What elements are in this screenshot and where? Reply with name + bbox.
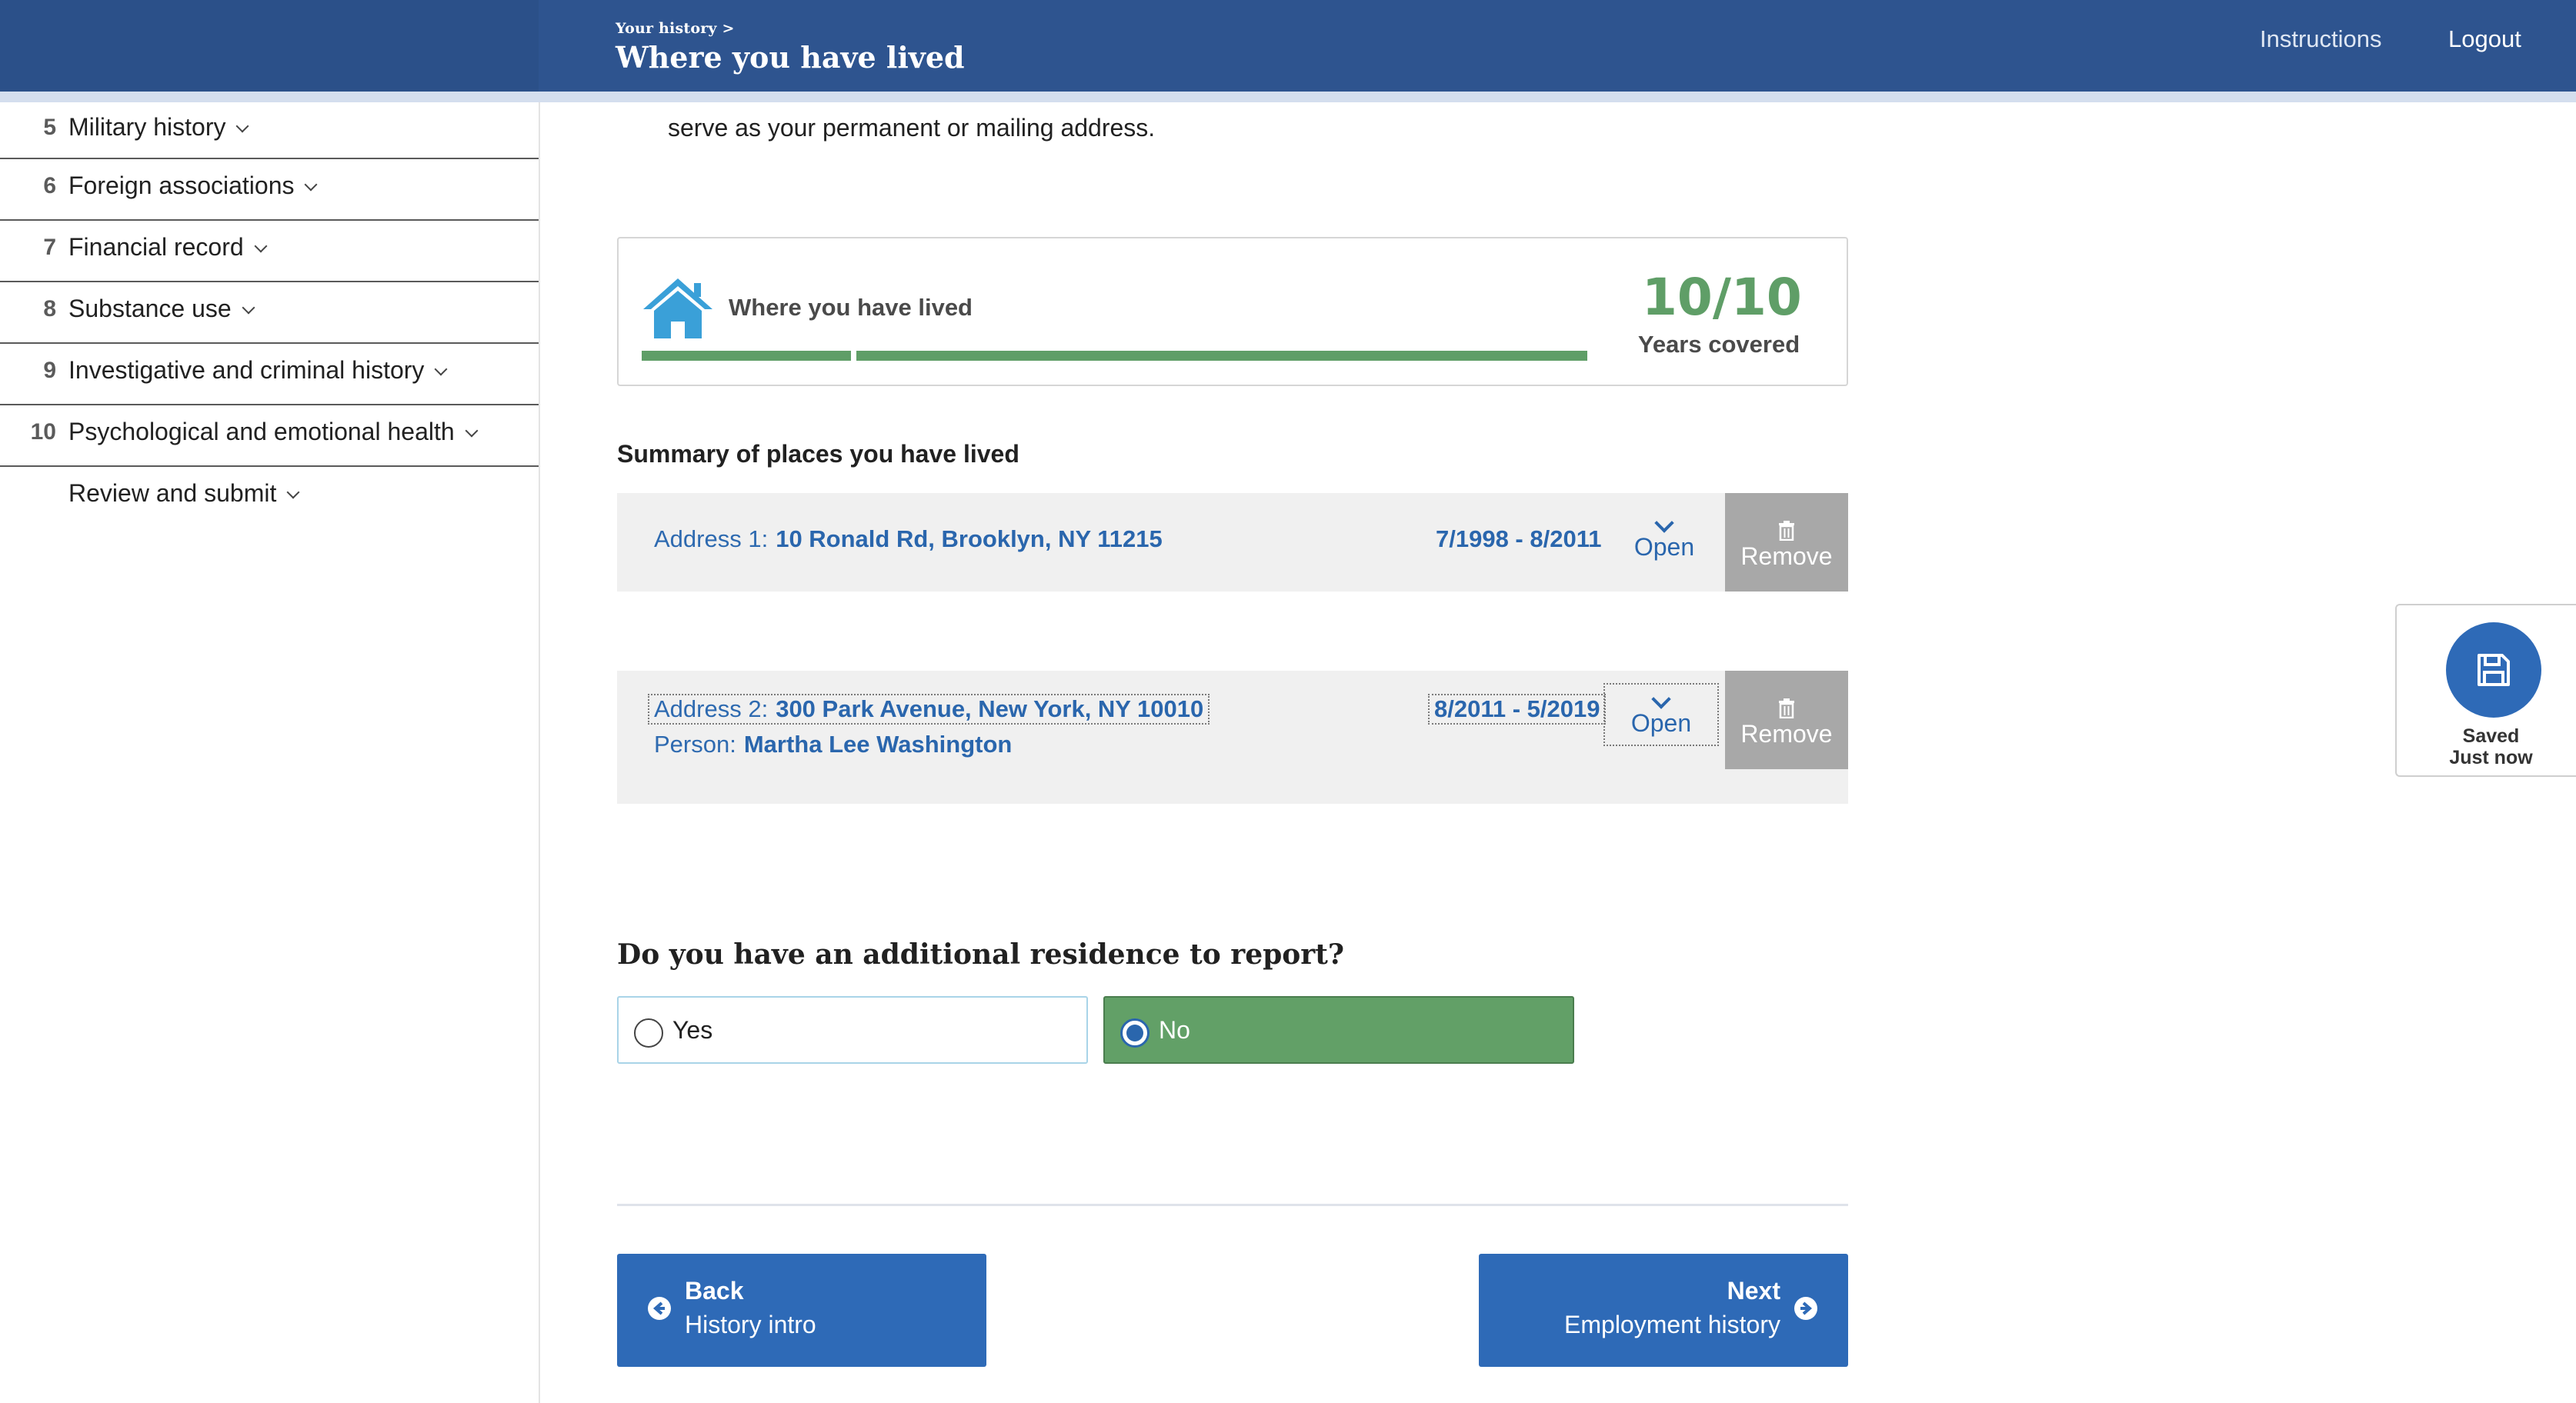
years-covered-label: Years covered — [1637, 331, 1800, 358]
address-prefix: Address 2: — [654, 695, 769, 722]
address-line[interactable]: Address 1: 10 Ronald Rd, Brooklyn, NY 112… — [654, 525, 1163, 553]
person-value: Martha Lee Washington — [743, 731, 1013, 758]
sidebar-item-label: Military history — [68, 113, 226, 141]
chevron-down-icon — [465, 424, 479, 438]
address-dates[interactable]: 8/2011 - 5/2019 — [1428, 694, 1607, 725]
sidebar-item-review-submit[interactable]: Review and submit — [0, 467, 539, 528]
remove-button[interactable]: Remove — [1725, 493, 1848, 592]
address-value: 10 Ronald Rd, Brooklyn, NY 11215 — [776, 525, 1163, 552]
address-dates[interactable]: 7/1998 - 8/2011 — [1436, 525, 1601, 553]
radio-button[interactable] — [634, 1018, 663, 1048]
trash-icon — [1779, 521, 1794, 541]
save-button[interactable] — [2446, 622, 2541, 718]
radio-label: No — [1159, 1016, 1190, 1044]
address-line[interactable]: Address 2: 300 Park Avenue, New York, NY … — [648, 694, 1210, 725]
sidebar-item-label: Financial record — [68, 233, 244, 261]
floppy-disk-icon — [2478, 654, 2510, 686]
section-divider — [617, 1204, 1848, 1206]
chevron-down-icon — [235, 119, 249, 133]
page-title: Where you have lived — [616, 40, 965, 75]
instructions-link[interactable]: Instructions — [2260, 25, 2382, 53]
residence-question: Do you have an additional residence to r… — [617, 938, 1344, 971]
intro-text: serve as your permanent or mailing addre… — [668, 114, 1156, 142]
sidebar-item-financial-record[interactable]: 7 Financial record — [0, 221, 539, 282]
chevron-down-icon — [304, 178, 318, 192]
sidebar-item-label: Investigative and criminal history — [68, 356, 425, 384]
address-value: 300 Park Avenue, New York, NY 10010 — [776, 695, 1204, 722]
open-label: Open — [1630, 709, 1692, 737]
chevron-down-icon — [254, 239, 268, 253]
sidebar-item-investigative-history[interactable]: 9 Investigative and criminal history — [0, 344, 539, 405]
remove-label: Remove — [1740, 720, 1833, 748]
breadcrumb[interactable]: Your history > — [616, 20, 735, 37]
open-button[interactable]: Open — [1607, 508, 1722, 572]
header-divider — [0, 92, 2576, 102]
sidebar-item-number: 6 — [43, 173, 56, 198]
remove-label: Remove — [1740, 542, 1833, 570]
sidebar-item-number: 10 — [30, 419, 56, 445]
sidebar-item-label: Psychological and emotional health — [68, 418, 455, 445]
sidebar-item-substance-use[interactable]: 8 Substance use — [0, 282, 539, 344]
chevron-down-icon — [1651, 689, 1671, 709]
open-button[interactable]: Open — [1603, 683, 1719, 746]
chevron-down-icon — [434, 362, 448, 376]
address-prefix: Address 1: — [654, 525, 769, 552]
saved-status-label: Saved — [2462, 725, 2520, 747]
address-row: Address 1: 10 Ronald Rd, Brooklyn, NY 112… — [617, 493, 1848, 592]
summary-title: Summary of places you have lived — [617, 440, 1019, 468]
person-prefix: Person: — [654, 731, 736, 758]
sidebar-item-number: 5 — [43, 115, 56, 140]
person-line: Person: Martha Lee Washington — [654, 731, 1012, 758]
back-label: Back — [685, 1277, 744, 1305]
house-icon — [643, 278, 712, 338]
next-label: Next — [1727, 1277, 1780, 1305]
sidebar-item-label: Foreign associations — [68, 172, 295, 199]
arrow-left-icon — [648, 1297, 671, 1320]
radio-label: Yes — [672, 1016, 713, 1044]
saved-timestamp: Just now — [2449, 747, 2533, 768]
sidebar-item-psychological-health[interactable]: 10 Psychological and emotional health — [0, 405, 539, 467]
progress-card: Where you have lived 10/10 Years covered — [617, 237, 1848, 386]
sidebar-item-military-history[interactable]: 5 Military history — [0, 102, 539, 159]
sidebar-item-number: 8 — [43, 296, 56, 322]
years-covered-count: 10/10 — [1642, 268, 1802, 327]
radio-option-no[interactable]: No — [1103, 996, 1574, 1064]
sidebar-item-label: Substance use — [68, 295, 232, 322]
chevron-down-icon — [242, 301, 255, 315]
sidebar-nav: 5 Military history 6 Foreign association… — [0, 102, 540, 1403]
sidebar-item-number: 7 — [43, 235, 56, 260]
radio-option-yes[interactable]: Yes — [617, 996, 1088, 1064]
address-row: Address 2: 300 Park Avenue, New York, NY … — [617, 671, 1848, 804]
next-sublabel: Employment history — [1564, 1311, 1780, 1338]
sidebar-item-label: Review and submit — [68, 479, 277, 507]
chevron-down-icon — [286, 485, 300, 499]
chevron-down-icon — [1654, 513, 1674, 533]
app-header: Your history > Where you have lived Inst… — [0, 0, 2576, 92]
sidebar-item-number: 9 — [43, 358, 56, 383]
radio-button[interactable] — [1120, 1018, 1150, 1048]
next-button[interactable]: Next Employment history — [1479, 1254, 1848, 1367]
back-button[interactable]: Back History intro — [617, 1254, 986, 1367]
open-label: Open — [1633, 533, 1695, 561]
logout-link[interactable]: Logout — [2448, 25, 2521, 53]
progress-label: Where you have lived — [729, 294, 973, 321]
arrow-right-icon — [1794, 1297, 1817, 1320]
remove-button[interactable]: Remove — [1725, 671, 1848, 769]
sidebar-item-foreign-associations[interactable]: 6 Foreign associations — [0, 159, 539, 221]
back-sublabel: History intro — [685, 1311, 816, 1338]
progress-bar-segment — [642, 351, 851, 361]
progress-bar-segment — [856, 351, 1587, 361]
trash-icon — [1779, 698, 1794, 718]
saved-status-widget[interactable]: Saved Just now — [2395, 604, 2576, 777]
header-logo-area — [0, 0, 539, 92]
